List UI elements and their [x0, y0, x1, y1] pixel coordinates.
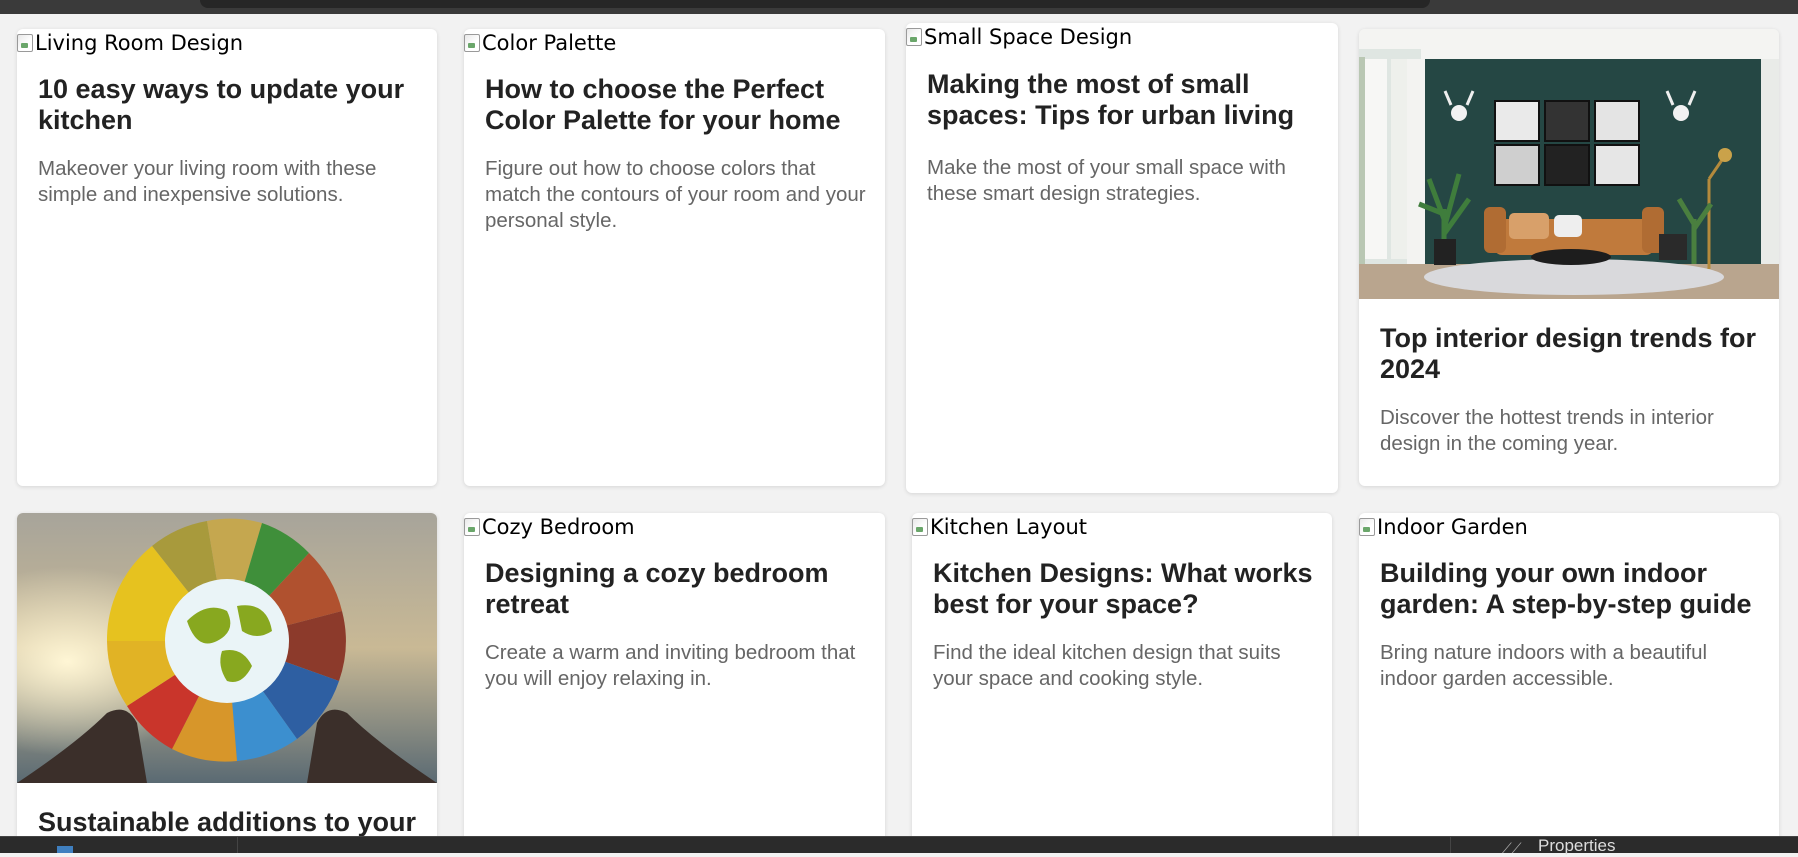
living-room-illustration — [1359, 29, 1779, 299]
image-alt-text: Kitchen Layout — [930, 515, 1087, 539]
card-title[interactable]: Making the most of small spaces: Tips fo… — [927, 69, 1320, 131]
card-description: Discover the hottest trends in interior … — [1380, 406, 1714, 455]
broken-image: Living Room Design — [17, 31, 243, 55]
card-title[interactable]: Kitchen Designs: What works best for you… — [933, 558, 1314, 620]
image-alt-text: Living Room Design — [35, 31, 244, 55]
article-card-kitchen-layout[interactable]: Kitchen Layout Kitchen Designs: What wor… — [912, 513, 1332, 843]
broken-image: Color Palette — [464, 31, 616, 55]
broken-image-icon — [464, 518, 480, 536]
card-description: Bring nature indoors with a beautiful in… — [1380, 641, 1708, 690]
card-description: Make the most of your small space with t… — [927, 156, 1286, 205]
image-alt-text: Indoor Garden — [1377, 515, 1528, 539]
article-card-sustainable[interactable]: Sustainable additions to your — [17, 513, 437, 843]
broken-image-icon — [464, 34, 480, 52]
bottom-panel-bar: ⟋⟋ Properties — [0, 836, 1798, 857]
card-title[interactable]: Sustainable additions to your — [38, 807, 419, 838]
image-alt-text: Cozy Bedroom — [482, 515, 635, 539]
divider — [1450, 837, 1451, 853]
card-title[interactable]: Designing a cozy bedroom retreat — [485, 558, 867, 620]
broken-image: Small Space Design — [906, 25, 1132, 49]
article-card-indoor-garden[interactable]: Indoor Garden Building your own indoor g… — [1359, 513, 1779, 843]
image-alt-text: Color Palette — [482, 31, 617, 55]
card-title[interactable]: How to choose the Perfect Color Palette … — [485, 74, 867, 136]
card-title[interactable]: 10 easy ways to update your kitchen — [38, 74, 419, 136]
card-description: Makeover your living room with these sim… — [38, 157, 377, 206]
properties-tab[interactable]: Properties — [1538, 836, 1615, 856]
card-description: Create a warm and inviting bedroom that … — [485, 641, 856, 690]
address-bar[interactable] — [200, 0, 1430, 8]
broken-image-icon — [906, 28, 922, 46]
article-card-color-palette[interactable]: Color Palette How to choose the Perfect … — [464, 29, 885, 486]
divider — [237, 837, 238, 853]
card-title[interactable]: Top interior design trends for 2024 — [1380, 323, 1761, 385]
card-title[interactable]: Building your own indoor garden: A step-… — [1380, 558, 1761, 620]
sustainability-illustration — [17, 513, 437, 783]
sustainability-photo — [17, 513, 437, 783]
article-card-living-room[interactable]: Living Room Design 10 easy ways to updat… — [17, 29, 437, 486]
card-description: Figure out how to choose colors that mat… — [485, 157, 866, 232]
broken-image-icon — [912, 518, 928, 536]
broken-image: Indoor Garden — [1359, 515, 1528, 539]
properties-icon[interactable]: ⟋⟋ — [1502, 841, 1522, 857]
broken-image-icon — [1359, 518, 1375, 536]
card-description: Find the ideal kitchen design that suits… — [933, 641, 1281, 690]
article-card-small-space[interactable]: Small Space Design Making the most of sm… — [906, 23, 1338, 493]
broken-image: Cozy Bedroom — [464, 515, 635, 539]
article-card-design-trends[interactable]: Top interior design trends for 2024 Disc… — [1359, 29, 1779, 486]
broken-image: Kitchen Layout — [912, 515, 1087, 539]
living-room-photo — [1359, 29, 1779, 299]
image-alt-text: Small Space Design — [924, 25, 1133, 49]
browser-top-bar — [0, 0, 1798, 14]
article-card-cozy-bedroom[interactable]: Cozy Bedroom Designing a cozy bedroom re… — [464, 513, 885, 843]
broken-image-icon — [17, 34, 33, 52]
